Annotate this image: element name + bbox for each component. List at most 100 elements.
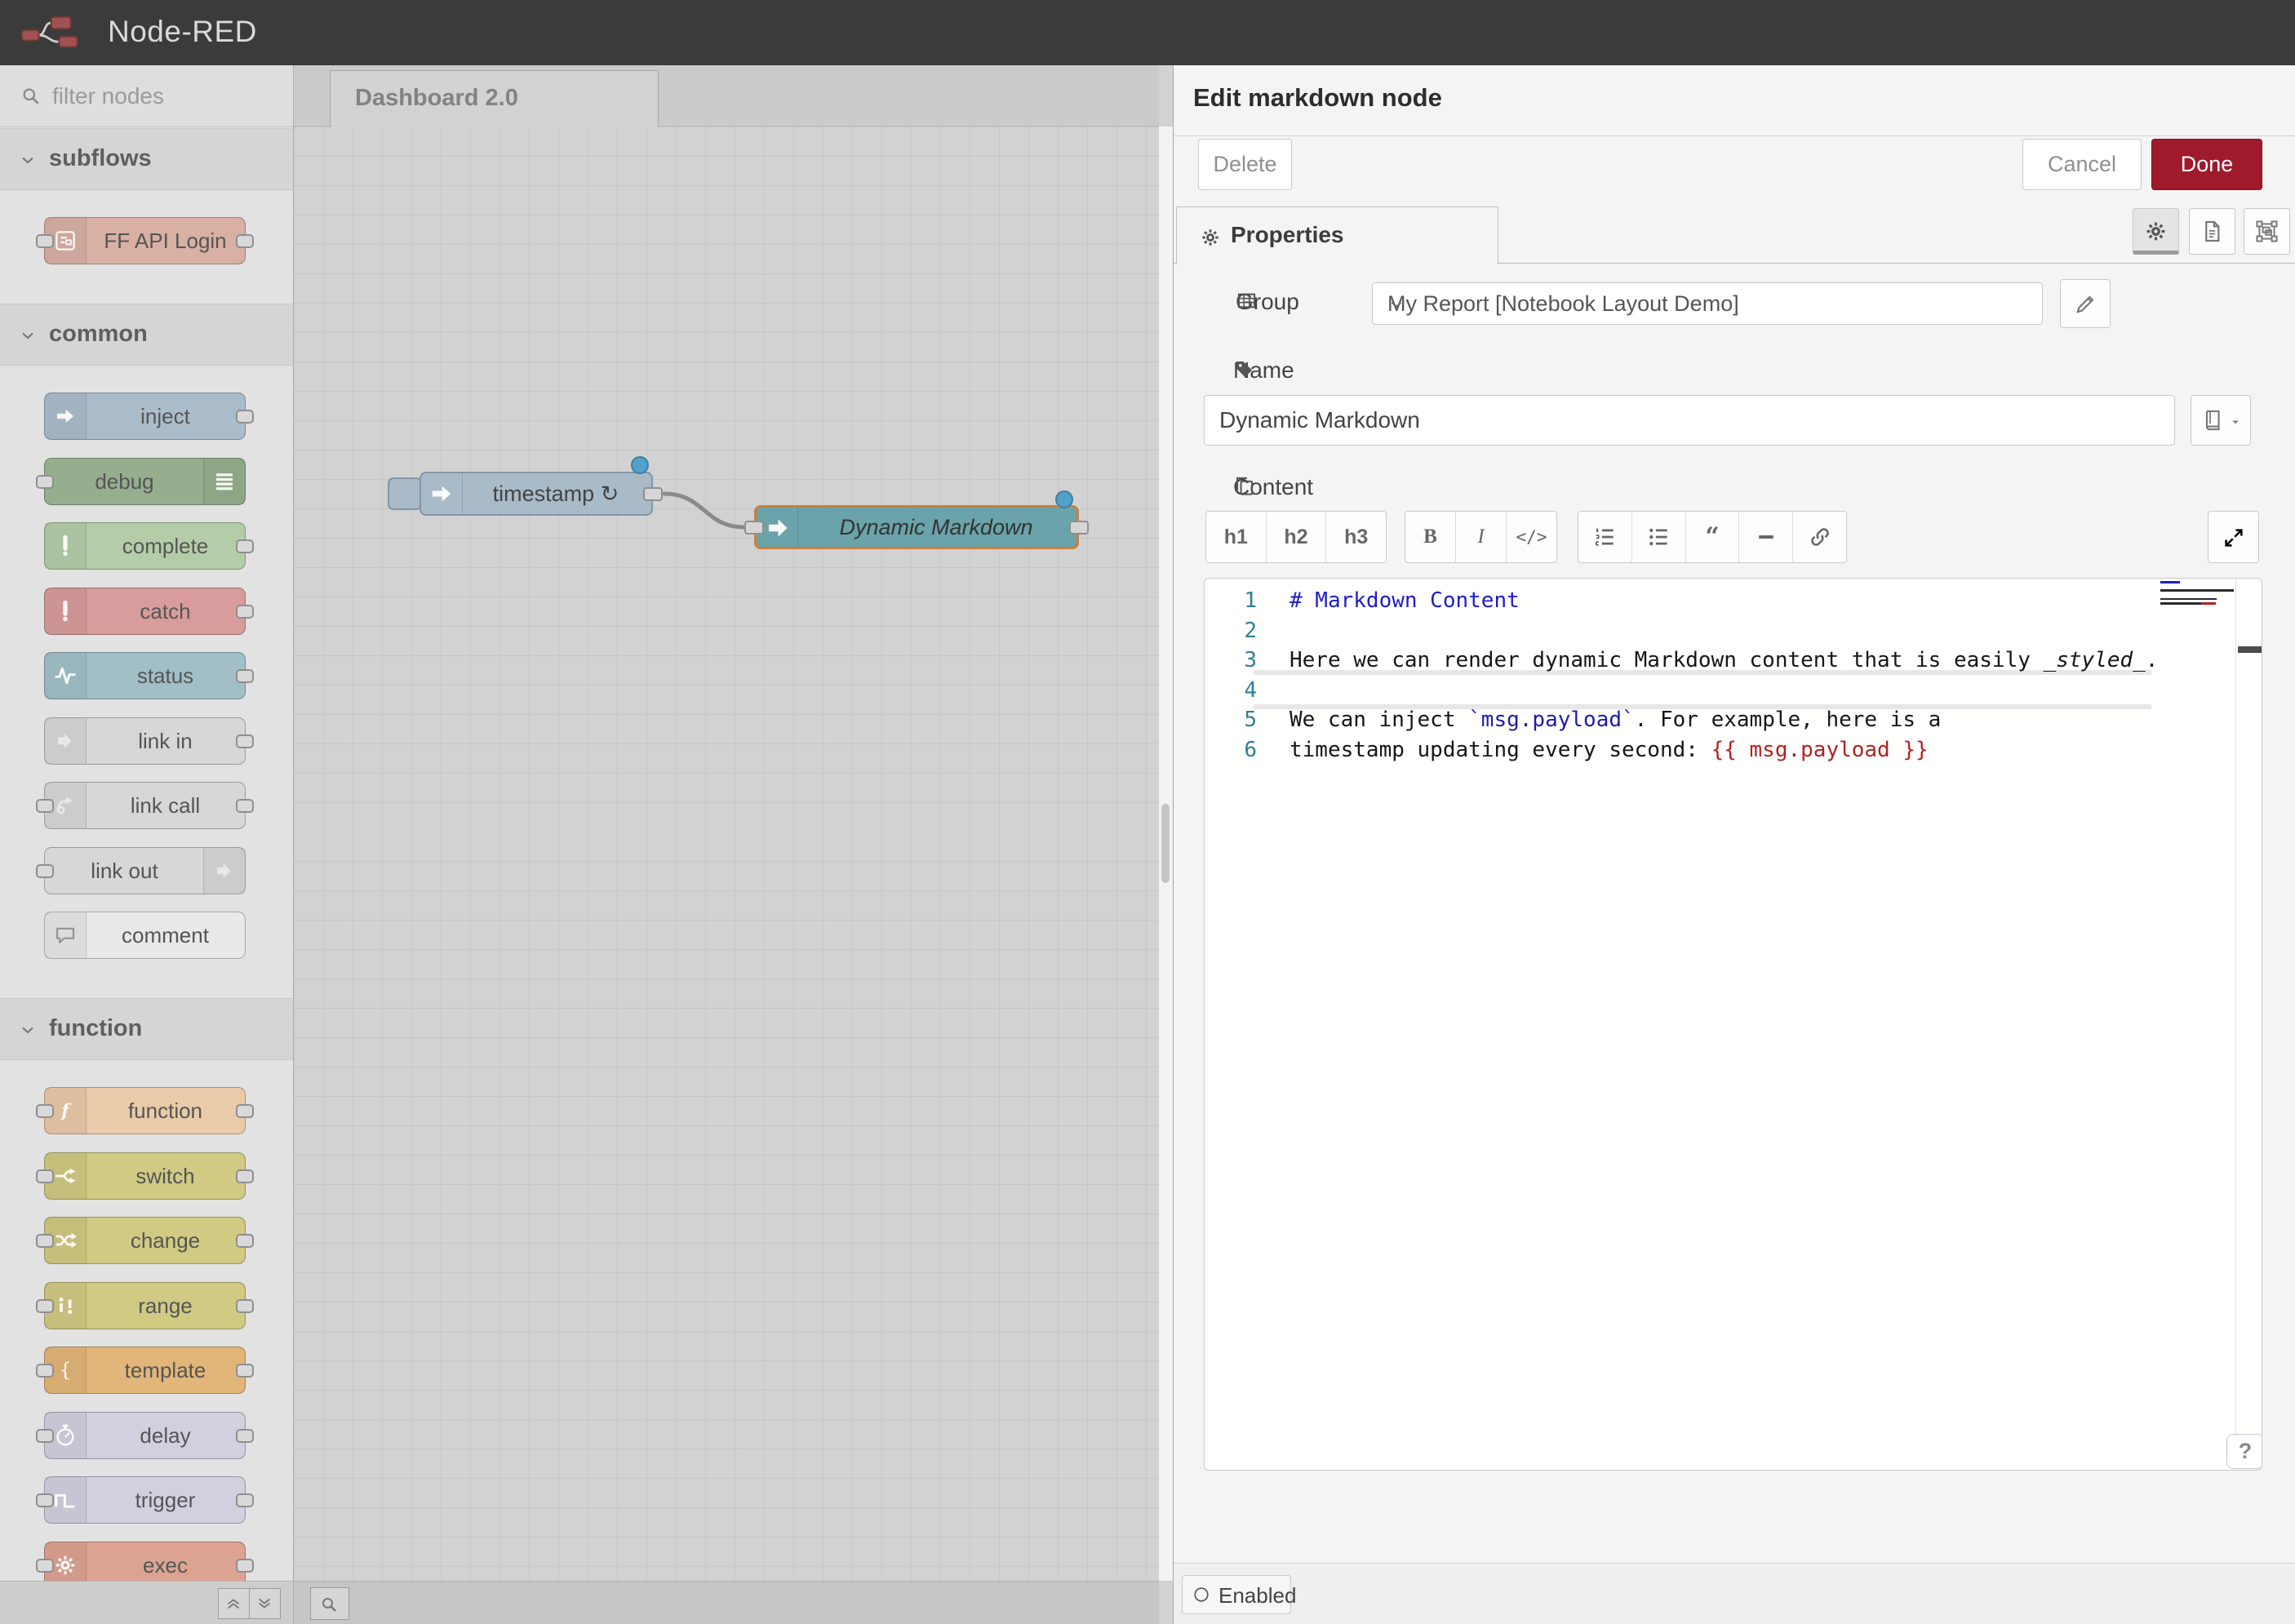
palette-node-ff-api-login[interactable]: FF API Login — [44, 217, 246, 264]
markdown-code-editor[interactable]: 1# Markdown Content23Here we can render … — [1204, 578, 2262, 1471]
unordered-list-button[interactable] — [1631, 512, 1685, 562]
palette-footer — [0, 1581, 293, 1624]
input-port[interactable] — [744, 521, 764, 535]
palette-category-function[interactable]: function — [0, 998, 293, 1060]
minimap-line — [2160, 581, 2180, 583]
canvas-zoom-search-button[interactable] — [310, 1587, 349, 1620]
palette-node-status[interactable]: status — [44, 652, 246, 699]
toolbar-group: BI</> — [1405, 511, 1557, 563]
palette-node-range[interactable]: range — [44, 1282, 246, 1329]
group-label: Group — [1206, 289, 1299, 315]
tab-description-button[interactable] — [2189, 208, 2235, 255]
bold-button[interactable]: B — [1405, 512, 1455, 562]
h2-button[interactable]: h2 — [1266, 512, 1326, 562]
h3-button[interactable]: h3 — [1325, 512, 1386, 562]
delete-button[interactable]: Delete — [1198, 139, 1292, 190]
template-icon: { — [53, 1358, 78, 1382]
ordered-list-button[interactable] — [1578, 512, 1631, 562]
palette-category-subflows[interactable]: subflows — [0, 128, 293, 190]
name-input[interactable] — [1204, 395, 2175, 446]
panel-footer: Enabled — [1174, 1563, 2295, 1624]
change-icon — [53, 1228, 78, 1253]
h1-button[interactable]: h1 — [1206, 512, 1266, 562]
node-changed-dot — [631, 456, 649, 474]
flow-canvas[interactable]: timestamp ↻ Dynamic Markdown — [294, 126, 1159, 1581]
expand-editor-button[interactable] — [2208, 511, 2259, 563]
comment-icon — [53, 923, 78, 947]
palette-node-link-in[interactable]: link in — [44, 717, 246, 765]
input-port — [36, 475, 54, 489]
palette-node-change[interactable]: change — [44, 1217, 246, 1264]
output-port[interactable] — [1069, 521, 1089, 535]
done-button[interactable]: Done — [2151, 139, 2262, 190]
chevron-down-icon — [18, 150, 38, 170]
palette-node-complete[interactable]: complete — [44, 522, 246, 570]
panel-title: Edit markdown node — [1193, 83, 1442, 113]
horizontal-rule-button[interactable] — [1738, 512, 1792, 562]
node-red-logo-icon — [21, 10, 100, 55]
input-port — [36, 234, 54, 248]
minimap-line — [2160, 589, 2234, 592]
palette-node-delay[interactable]: delay — [44, 1412, 246, 1459]
input-port — [36, 1559, 54, 1573]
palette-node-comment[interactable]: comment — [44, 912, 246, 959]
cancel-button[interactable]: Cancel — [2022, 139, 2142, 190]
divider — [1174, 135, 2295, 136]
wire[interactable] — [664, 494, 744, 527]
palette-node-trigger[interactable]: trigger — [44, 1476, 246, 1524]
filter-nodes-input[interactable] — [51, 77, 282, 116]
group-select[interactable]: My Report [Notebook Layout Demo] — [1372, 282, 2043, 325]
palette-node-debug[interactable]: debug — [44, 458, 246, 505]
palette-node-function[interactable]: ffunction — [44, 1087, 246, 1134]
input-port — [36, 1493, 54, 1507]
palette-node-exec[interactable]: exec — [44, 1542, 246, 1582]
palette-node-switch[interactable]: switch — [44, 1152, 246, 1200]
minimap-line — [2160, 598, 2217, 601]
inject-button[interactable] — [388, 477, 422, 510]
input-port — [36, 1169, 54, 1183]
output-port — [236, 1299, 254, 1313]
app-title: Node-RED — [108, 15, 257, 49]
palette-node-link-call[interactable]: link call — [44, 782, 246, 829]
name-type-button[interactable] — [2191, 395, 2251, 446]
book-icon — [2201, 409, 2224, 432]
enabled-toggle-button[interactable]: Enabled — [1182, 1575, 1291, 1614]
gear-icon — [2144, 220, 2168, 243]
palette-node-link-out[interactable]: link out — [44, 847, 246, 894]
code-button[interactable]: </> — [1506, 512, 1556, 562]
palette-node-inject[interactable]: inject — [44, 393, 246, 440]
tab-label: Dashboard 2.0 — [355, 85, 518, 112]
input-port — [36, 1234, 54, 1248]
output-port — [236, 1364, 254, 1378]
inject-icon — [53, 404, 78, 428]
node-changed-dot — [1055, 490, 1073, 508]
tab-properties-icon-button[interactable] — [2133, 208, 2179, 255]
double-chevron-down-icon — [255, 1595, 273, 1613]
italic-button[interactable]: I — [1455, 512, 1506, 562]
expand-categories-button[interactable] — [249, 1588, 281, 1619]
flow-node-timestamp[interactable]: timestamp ↻ — [419, 472, 653, 516]
editor-minimap — [2160, 581, 2235, 614]
output-port[interactable] — [643, 487, 663, 501]
tab-properties[interactable]: Properties — [1176, 206, 1498, 264]
edit-group-button[interactable] — [2060, 279, 2111, 328]
scrollbar-thumb[interactable] — [1161, 804, 1170, 883]
palette-category-common[interactable]: common — [0, 304, 293, 366]
chevron-down-icon — [1387, 295, 1405, 313]
toolbar-group: “ — [1578, 511, 1847, 563]
content-label: Content — [1204, 474, 1313, 500]
collapse-categories-button[interactable] — [218, 1588, 250, 1619]
node-label: Dynamic Markdown — [802, 508, 1070, 547]
output-port — [236, 1234, 254, 1248]
palette-node-template[interactable]: {template — [44, 1347, 246, 1394]
search-icon — [319, 1595, 339, 1614]
palette-node-catch[interactable]: catch — [44, 588, 246, 635]
tab-dashboard-2-0[interactable]: Dashboard 2.0 — [330, 70, 659, 127]
editor-help-button[interactable]: ? — [2226, 1434, 2262, 1469]
canvas-scrollbar[interactable] — [1159, 126, 1173, 1581]
quote-button[interactable]: “ — [1685, 512, 1739, 562]
pulse-icon — [53, 663, 78, 688]
tab-appearance-button[interactable] — [2244, 208, 2290, 255]
link-button[interactable] — [1792, 512, 1846, 562]
flow-node-dynamic-markdown[interactable]: Dynamic Markdown — [754, 505, 1079, 549]
